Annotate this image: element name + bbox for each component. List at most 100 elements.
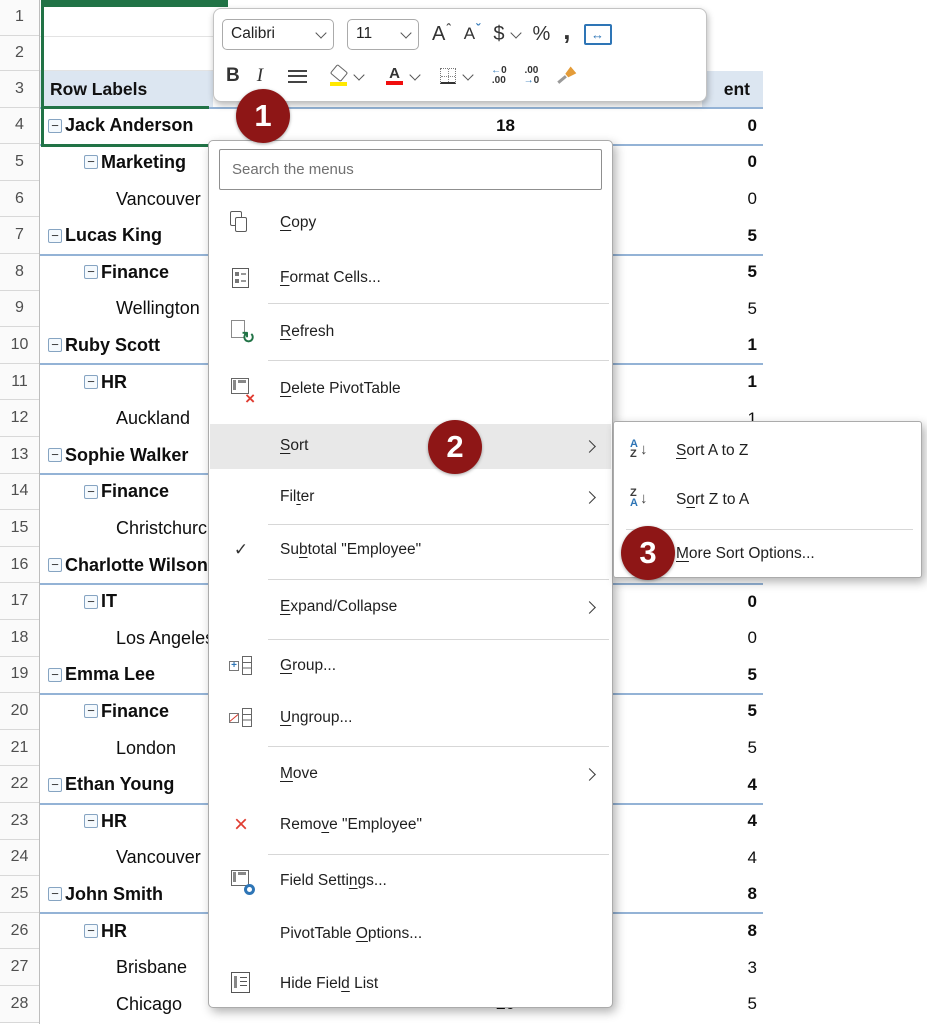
row-label-cell[interactable]: Vancouver	[116, 181, 201, 218]
menu-item-sort-a-to-z[interactable]: AZ↓Sort A to Z	[615, 431, 920, 471]
row-label-cell[interactable]: Finance	[101, 254, 169, 291]
collapse-button[interactable]: −	[84, 155, 98, 169]
row-number-12[interactable]: 12	[0, 400, 39, 437]
menu-item-sort-z-to-a[interactable]: ZA↓Sort Z to A	[615, 480, 920, 520]
menu-item-field-settings[interactable]: Field Settings...	[210, 861, 611, 901]
menu-item-remove-employee[interactable]: ×Remove "Employee"	[210, 805, 611, 845]
collapse-button[interactable]: −	[84, 485, 98, 499]
row-number-4[interactable]: 4	[0, 108, 39, 145]
value-cell[interactable]: 4	[748, 840, 757, 877]
value-cell[interactable]: 5	[748, 657, 757, 694]
collapse-button[interactable]: −	[48, 448, 62, 462]
collapse-button[interactable]: −	[84, 595, 98, 609]
menu-item-format-cells[interactable]: Format Cells...	[210, 258, 611, 298]
percent-style-button[interactable]: %	[533, 23, 551, 46]
row-number-7[interactable]: 7	[0, 217, 39, 254]
font-color-button[interactable]: A	[386, 67, 419, 85]
row-number-5[interactable]: 5	[0, 144, 39, 181]
row-number-24[interactable]: 24	[0, 840, 39, 877]
row-label-cell[interactable]: Vancouver	[116, 840, 201, 877]
italic-button[interactable]: I	[257, 65, 263, 87]
value-cell[interactable]: 5	[748, 986, 757, 1023]
bold-button[interactable]: B	[226, 65, 240, 87]
collapse-button[interactable]: −	[48, 668, 62, 682]
collapse-button[interactable]: −	[48, 338, 62, 352]
row-number-17[interactable]: 17	[0, 583, 39, 620]
row-number-16[interactable]: 16	[0, 547, 39, 584]
row-label-cell[interactable]: London	[116, 730, 176, 767]
row-number-2[interactable]: 2	[0, 36, 39, 72]
row-label-cell[interactable]: Marketing	[101, 144, 186, 181]
collapse-button[interactable]: −	[48, 778, 62, 792]
value-cell[interactable]: 4	[748, 766, 757, 803]
row-number-10[interactable]: 10	[0, 327, 39, 364]
row-number-19[interactable]: 19	[0, 657, 39, 694]
value-cell[interactable]: 4	[748, 803, 757, 840]
menu-item-refresh[interactable]: ↻Refresh	[210, 312, 611, 352]
row-number-6[interactable]: 6	[0, 181, 39, 218]
menu-item-subtotal-employee[interactable]: ✓Subtotal "Employee"	[210, 530, 611, 570]
menu-item-move[interactable]: Move	[210, 754, 611, 794]
increase-font-size-button[interactable]: Aˆ	[432, 23, 451, 46]
row-label-cell[interactable]: Los Angeles	[116, 620, 214, 657]
row-number-27[interactable]: 27	[0, 949, 39, 986]
value-cell[interactable]: 5	[748, 730, 757, 767]
row-number-22[interactable]: 22	[0, 766, 39, 803]
count-value-cell[interactable]: 18	[496, 108, 515, 145]
decrease-font-size-button[interactable]: Aˇ	[464, 24, 481, 44]
row-label-cell[interactable]: HR	[101, 913, 127, 950]
row-number-11[interactable]: 11	[0, 364, 39, 401]
row-number-20[interactable]: 20	[0, 693, 39, 730]
collapse-button[interactable]: −	[84, 924, 98, 938]
row-label-cell[interactable]: Sophie Walker	[65, 437, 188, 474]
row-number-21[interactable]: 21	[0, 730, 39, 767]
row-label-cell[interactable]: Brisbane	[116, 949, 187, 986]
row-label-cell[interactable]: Ethan Young	[65, 766, 174, 803]
value-cell[interactable]: 1	[748, 364, 757, 401]
decrease-decimal-button[interactable]: ←0.00	[491, 66, 507, 86]
value-cell[interactable]: 0	[748, 181, 757, 218]
row-label-cell[interactable]: Chicago	[116, 986, 182, 1023]
value-cell[interactable]: 8	[748, 913, 757, 950]
menu-item-group[interactable]: +Group...	[210, 646, 611, 686]
row-label-cell[interactable]: Charlotte Wilson	[65, 547, 208, 584]
fill-color-button[interactable]	[330, 67, 363, 86]
row-number-23[interactable]: 23	[0, 803, 39, 840]
value-cell[interactable]: 0	[748, 144, 757, 181]
collapse-button[interactable]: −	[48, 229, 62, 243]
values-column-header-cell[interactable]: ent	[702, 71, 763, 108]
row-label-cell[interactable]: IT	[101, 583, 117, 620]
value-cell[interactable]: 0	[748, 583, 757, 620]
row-number-18[interactable]: 18	[0, 620, 39, 657]
row-label-cell[interactable]: Ruby Scott	[65, 327, 160, 364]
row-label-cell[interactable]: Emma Lee	[65, 657, 155, 694]
value-cell[interactable]: 8	[748, 876, 757, 913]
menu-item-delete-pivottable[interactable]: ×Delete PivotTable	[210, 369, 611, 409]
comma-style-button[interactable]: ,	[563, 33, 570, 35]
value-cell[interactable]: 5	[748, 217, 757, 254]
merge-center-button[interactable]: ↔	[584, 24, 612, 45]
alignment-button[interactable]	[288, 70, 307, 83]
row-label-cell[interactable]: Lucas King	[65, 217, 162, 254]
menu-item-hide-field-list[interactable]: Hide Field List	[210, 964, 611, 1004]
row-label-cell[interactable]: Finance	[101, 693, 169, 730]
row-number-9[interactable]: 9	[0, 291, 39, 328]
row-label-cell[interactable]: John Smith	[65, 876, 163, 913]
value-cell[interactable]: 0	[748, 620, 757, 657]
accounting-format-button[interactable]: $	[493, 23, 519, 46]
collapse-button[interactable]: −	[84, 704, 98, 718]
row-number-28[interactable]: 28	[0, 986, 39, 1023]
menu-item-expand-collapse[interactable]: Expand/Collapse	[210, 587, 611, 627]
value-cell[interactable]: 5	[748, 693, 757, 730]
value-cell[interactable]: 3	[748, 949, 757, 986]
menu-item-ungroup[interactable]: Ungroup...	[210, 698, 611, 738]
format-painter-button[interactable]	[556, 66, 578, 86]
menu-item-copy[interactable]: Copy	[210, 203, 611, 243]
row-number-3[interactable]: 3	[0, 71, 39, 108]
font-name-select[interactable]: Calibri	[222, 19, 334, 50]
row-label-cell[interactable]: Christchurch	[116, 510, 217, 547]
value-cell[interactable]: 5	[748, 254, 757, 291]
row-labels-header-cell[interactable]: Row Labels	[40, 71, 213, 108]
menu-search-input[interactable]	[219, 149, 602, 190]
row-number-15[interactable]: 15	[0, 510, 39, 547]
